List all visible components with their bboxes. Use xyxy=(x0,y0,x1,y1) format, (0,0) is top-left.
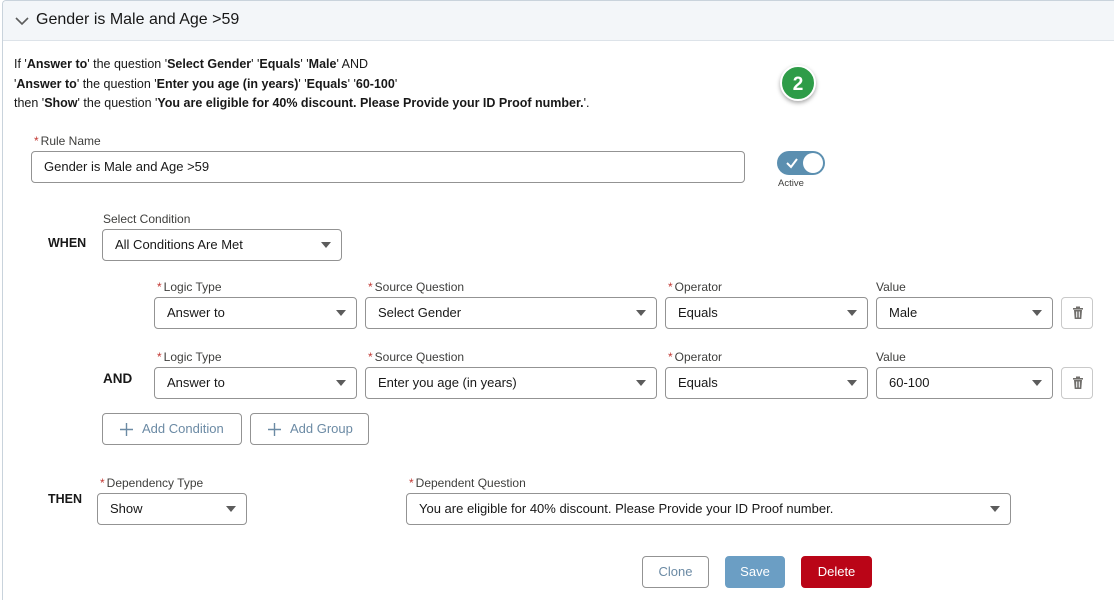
delete-button[interactable]: Delete xyxy=(801,556,872,588)
value-dropdown[interactable]: 60-100 xyxy=(876,367,1053,399)
value-label: Value xyxy=(876,350,906,364)
summary-line-2: 'Answer to' the question 'Enter you age … xyxy=(14,76,398,91)
caret-down-icon xyxy=(847,380,857,386)
operator-dropdown[interactable]: Equals xyxy=(665,297,868,329)
delete-condition-button[interactable] xyxy=(1061,367,1093,399)
source-question-dropdown[interactable]: Select Gender xyxy=(365,297,657,329)
summary-line-3: then 'Show' the question 'You are eligib… xyxy=(14,96,590,110)
delete-condition-button[interactable] xyxy=(1061,297,1093,329)
caret-down-icon xyxy=(636,310,646,316)
save-button[interactable]: Save xyxy=(725,556,785,588)
operator-value: Equals xyxy=(678,305,718,320)
logic-type-dropdown[interactable]: Answer to xyxy=(154,297,357,329)
plus-icon xyxy=(120,423,133,436)
check-icon xyxy=(786,158,798,169)
source-question-dropdown[interactable]: Enter you age (in years) xyxy=(365,367,657,399)
operator-value: Equals xyxy=(678,375,718,390)
active-toggle[interactable] xyxy=(777,151,825,175)
dependent-question-value: You are eligible for 40% discount. Pleas… xyxy=(419,501,834,516)
toggle-knob xyxy=(803,153,823,173)
rule-header-title: Gender is Male and Age >59 xyxy=(36,11,240,28)
rule-name-label: * Rule Name xyxy=(34,134,101,148)
add-condition-button[interactable]: Add Condition xyxy=(102,413,242,445)
logic-type-label: * Logic Type xyxy=(157,280,222,294)
value-value: 60-100 xyxy=(889,375,930,390)
select-condition-dropdown[interactable]: All Conditions Are Met xyxy=(102,229,342,261)
logic-type-value: Answer to xyxy=(167,375,225,390)
caret-down-icon xyxy=(636,380,646,386)
select-condition-value: All Conditions Are Met xyxy=(115,237,243,252)
dependency-type-label: * Dependency Type xyxy=(100,476,204,490)
source-question-label: * Source Question xyxy=(368,280,465,294)
select-condition-label: Select Condition xyxy=(103,212,191,226)
chevron-down-icon[interactable] xyxy=(14,13,30,29)
operator-dropdown[interactable]: Equals xyxy=(665,367,868,399)
rule-summary: If 'Answer to' the question 'Select Gend… xyxy=(14,55,590,114)
caret-down-icon xyxy=(990,506,1000,512)
trash-icon xyxy=(1073,306,1083,319)
source-question-value: Select Gender xyxy=(378,305,462,320)
caret-down-icon xyxy=(336,380,346,386)
trash-icon xyxy=(1073,376,1083,389)
caret-down-icon xyxy=(336,310,346,316)
caret-down-icon xyxy=(1032,310,1042,316)
operator-label: * Operator xyxy=(668,280,723,294)
value-dropdown[interactable]: Male xyxy=(876,297,1053,329)
logic-type-value: Answer to xyxy=(167,305,225,320)
clone-button[interactable]: Clone xyxy=(642,556,709,588)
active-label: Active xyxy=(778,178,804,189)
source-question-value: Enter you age (in years) xyxy=(378,375,517,390)
then-keyword: THEN xyxy=(48,492,83,506)
rule-name-input[interactable]: Gender is Male and Age >59 xyxy=(31,151,745,183)
value-value: Male xyxy=(889,305,918,320)
add-group-button[interactable]: Add Group xyxy=(250,413,369,445)
logic-type-label: * Logic Type xyxy=(157,350,222,364)
caret-down-icon xyxy=(847,310,857,316)
dependency-type-dropdown[interactable]: Show xyxy=(97,493,247,525)
plus-icon xyxy=(268,423,281,436)
summary-line-1: If 'Answer to' the question 'Select Gend… xyxy=(14,57,369,71)
operator-label: * Operator xyxy=(668,350,723,364)
caret-down-icon xyxy=(321,242,331,248)
when-keyword: WHEN xyxy=(48,236,87,250)
source-question-label: * Source Question xyxy=(368,350,465,364)
dependency-type-value: Show xyxy=(110,501,143,516)
caret-down-icon xyxy=(226,506,236,512)
and-keyword: AND xyxy=(103,371,133,386)
caret-down-icon xyxy=(1032,380,1042,386)
dependent-question-dropdown[interactable]: You are eligible for 40% discount. Pleas… xyxy=(406,493,1011,525)
step-badge: 2 xyxy=(780,65,816,101)
rule-header[interactable]: Gender is Male and Age >59 xyxy=(3,1,1114,41)
value-label: Value xyxy=(876,280,906,294)
dependent-question-label: * Dependent Question xyxy=(409,476,526,490)
logic-type-dropdown[interactable]: Answer to xyxy=(154,367,357,399)
